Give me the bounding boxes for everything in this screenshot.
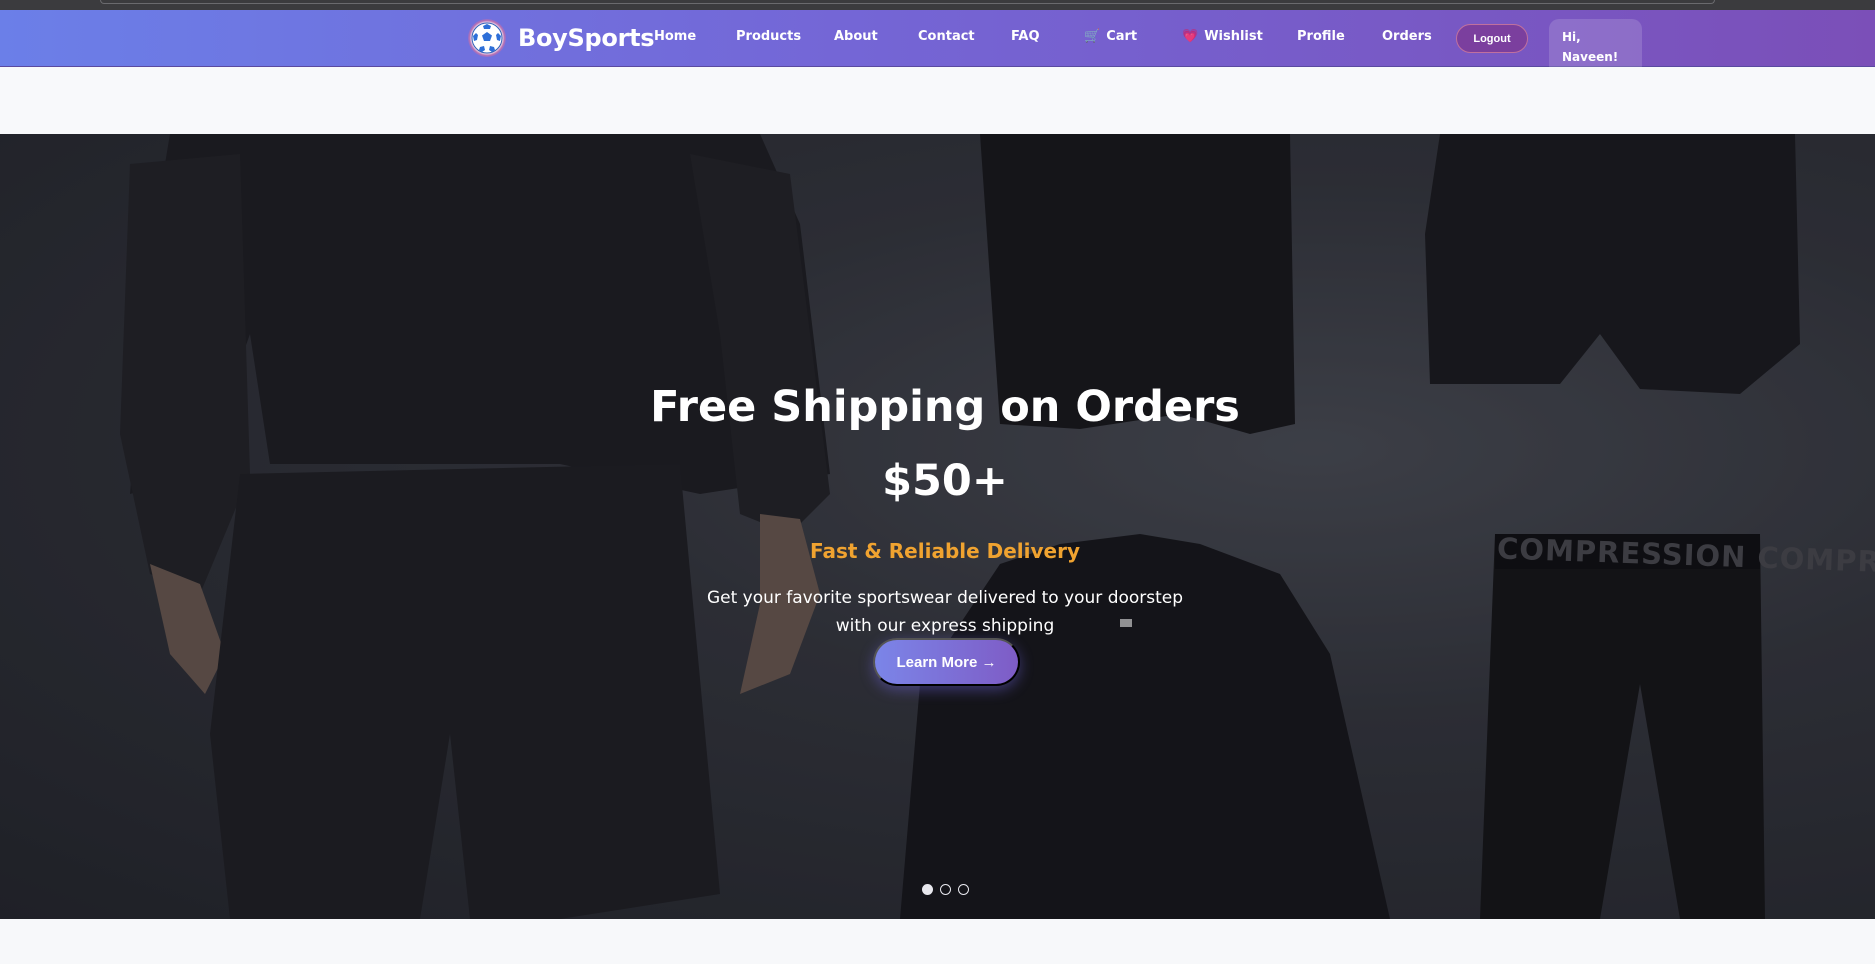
page-bottom-band [0,919,1875,964]
spacer-band [0,67,1875,134]
learn-more-button[interactable]: Learn More → [873,638,1020,686]
browser-address-bar-edge [100,0,1715,4]
nav-products-link[interactable]: Products [736,29,801,44]
nav-faq-label: FAQ [1011,29,1040,44]
browser-top-strip [0,0,1875,10]
carousel-dot-2[interactable] [940,884,951,895]
nav-orders-link[interactable]: Orders [1382,29,1432,44]
hero-dim-overlay [0,134,1875,919]
nav-orders-label: Orders [1382,29,1432,44]
soccer-ball-icon [468,19,506,57]
top-navbar: BoySports Home Products About Contact FA… [0,10,1875,76]
cart-icon: 🛒 [1084,29,1101,44]
carousel-dot-1[interactable] [922,884,933,895]
hero-description: Get your favorite sportswear delivered t… [706,588,1184,636]
carousel-dots [922,884,969,895]
brand-name: BoySports [518,24,655,52]
nav-cart-label: Cart [1106,29,1138,44]
nav-contact-link[interactable]: Contact [918,29,975,44]
hero-carousel: COMPRESSION COMPRESSION Free Shipping on… [0,134,1875,919]
nav-contact-label: Contact [918,29,975,44]
nav-wishlist-label: Wishlist [1204,29,1263,44]
greeting-hi: Hi, [1562,30,1581,44]
nav-faq-link[interactable]: FAQ [1011,29,1040,44]
hero-title-line2: $50+ [882,456,1008,506]
carousel-dot-3[interactable] [958,884,969,895]
nav-profile-link[interactable]: Profile [1297,29,1345,44]
nav-cart-link[interactable]: 🛒 Cart [1084,29,1137,44]
hero-title: Free Shipping on Orders $50+ [0,370,1875,518]
nav-about-link[interactable]: About [834,29,878,44]
heart-icon: 💗 [1182,29,1199,44]
nav-profile-label: Profile [1297,29,1345,44]
nav-home-label: Home [654,29,697,44]
nav-products-label: Products [736,29,802,44]
hero-subtitle: Fast & Reliable Delivery [809,539,1081,563]
nav-about-label: About [834,29,878,44]
logout-button[interactable]: Logout [1456,24,1528,53]
greeting-username: Naveen! [1562,50,1619,64]
nav-home-link[interactable]: Home [654,29,696,44]
hero-title-line1: Free Shipping on Orders [650,382,1240,432]
brand-logo[interactable]: BoySports [468,18,655,58]
nav-wishlist-link[interactable]: 💗 Wishlist [1182,29,1263,44]
